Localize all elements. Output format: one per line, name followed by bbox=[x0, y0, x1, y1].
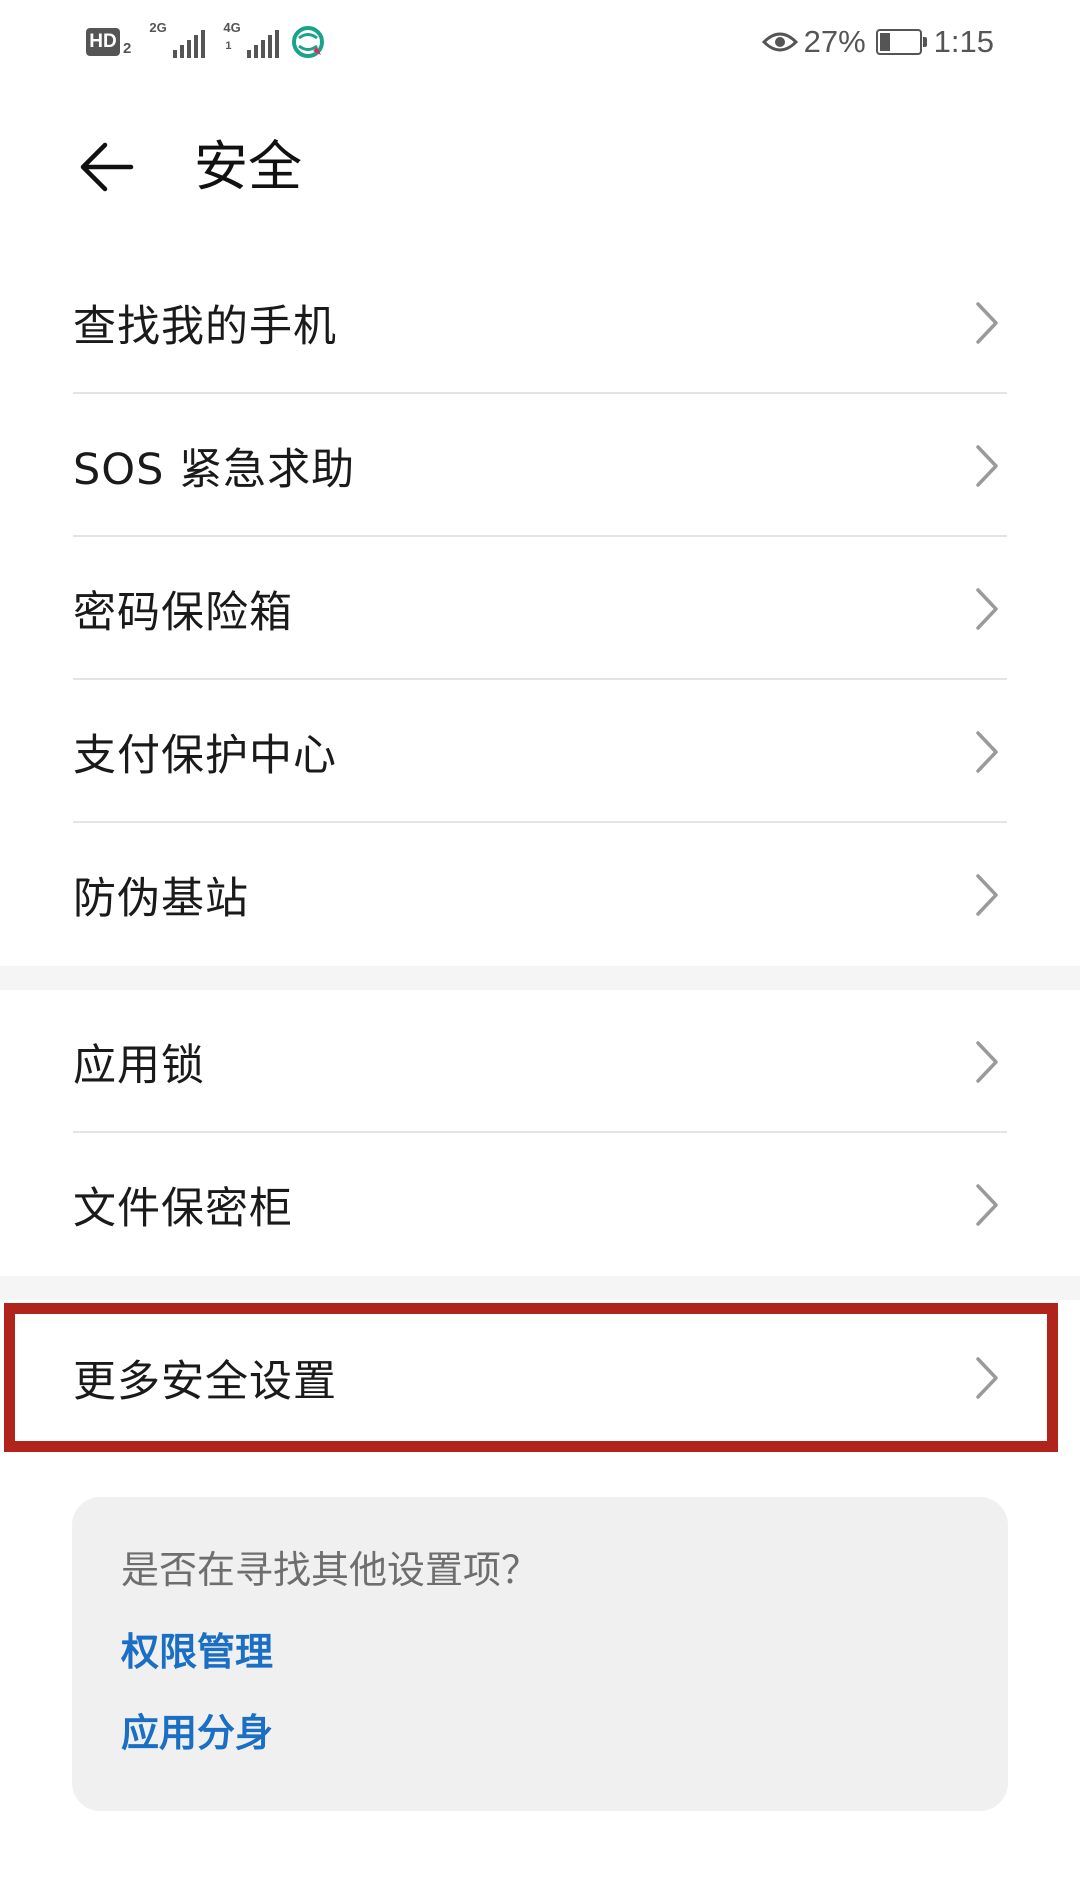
chevron-right-icon bbox=[976, 444, 998, 487]
clock: 1:15 bbox=[933, 24, 994, 59]
eye-icon bbox=[761, 32, 798, 52]
sos-emergency-item[interactable]: SOS 紧急求助 bbox=[0, 394, 1080, 537]
app-header: 安全 bbox=[0, 100, 1080, 235]
sim1-signal: 2G bbox=[149, 20, 206, 58]
payment-protection-item[interactable]: 支付保护中心 bbox=[0, 680, 1080, 823]
list-item-label: 查找我的手机 bbox=[73, 301, 337, 352]
carrier-logo-icon bbox=[292, 26, 325, 58]
pseudo-base-station-item[interactable]: 防伪基站 bbox=[0, 823, 1080, 966]
group-separator bbox=[0, 1276, 1080, 1300]
permission-management-link[interactable]: 权限管理 bbox=[121, 1621, 273, 1676]
sim2-slot-label: 1 bbox=[225, 40, 232, 52]
find-my-phone-item[interactable]: 查找我的手机 bbox=[0, 251, 1080, 394]
status-left: HD 2 2G 4G 1 bbox=[86, 20, 325, 64]
back-button[interactable] bbox=[62, 122, 152, 212]
hd-sub-label: 2 bbox=[123, 39, 132, 57]
battery-percent: 27% bbox=[803, 24, 866, 59]
status-bar: HD 2 2G 4G 1 27% 1:15 bbox=[0, 0, 1080, 86]
group-separator bbox=[0, 966, 1080, 990]
chevron-right-icon bbox=[976, 1356, 998, 1399]
sim2-signal: 4G 1 bbox=[223, 20, 280, 58]
list-item-label: 应用锁 bbox=[73, 1040, 205, 1091]
signal-icon bbox=[173, 30, 206, 58]
app-lock-item[interactable]: 应用锁 bbox=[0, 990, 1080, 1133]
sim2-network-label: 4G bbox=[223, 20, 241, 35]
file-safe-item[interactable]: 文件保密柜 bbox=[0, 1133, 1080, 1276]
suggestion-title: 是否在寻找其他设置项？ bbox=[121, 1548, 540, 1592]
more-security-settings-item[interactable]: 更多安全设置 bbox=[0, 1306, 1080, 1449]
arrow-left-icon bbox=[80, 142, 134, 192]
list-item-label: 密码保险箱 bbox=[73, 587, 293, 638]
app-twin-link[interactable]: 应用分身 bbox=[121, 1702, 273, 1757]
chevron-right-icon bbox=[976, 730, 998, 773]
settings-group-1: 查找我的手机 SOS 紧急求助 密码保险箱 支付保护中心 防伪基站 bbox=[0, 251, 1080, 966]
list-item-label: 文件保密柜 bbox=[73, 1183, 293, 1234]
settings-group-3: 更多安全设置 bbox=[0, 1306, 1080, 1449]
list-item-label: 防伪基站 bbox=[73, 873, 249, 924]
suggestion-card: 是否在寻找其他设置项？ 权限管理 应用分身 bbox=[72, 1497, 1008, 1811]
battery-icon bbox=[875, 29, 927, 55]
sim1-network-label: 2G bbox=[149, 20, 167, 35]
chevron-right-icon bbox=[976, 587, 998, 630]
list-item-label: 更多安全设置 bbox=[73, 1356, 337, 1407]
hd-voice-icon: HD bbox=[86, 28, 120, 56]
chevron-right-icon bbox=[976, 1183, 998, 1226]
list-item-label: SOS 紧急求助 bbox=[73, 444, 356, 495]
page-title: 安全 bbox=[194, 135, 302, 198]
chevron-right-icon bbox=[976, 1040, 998, 1083]
list-item-label: 支付保护中心 bbox=[73, 730, 337, 781]
signal-icon bbox=[247, 30, 280, 58]
password-vault-item[interactable]: 密码保险箱 bbox=[0, 537, 1080, 680]
settings-group-2: 应用锁 文件保密柜 bbox=[0, 990, 1080, 1276]
status-right: 27% 1:15 bbox=[761, 18, 994, 66]
chevron-right-icon bbox=[976, 873, 998, 916]
chevron-right-icon bbox=[976, 301, 998, 344]
battery-fill bbox=[879, 33, 890, 51]
